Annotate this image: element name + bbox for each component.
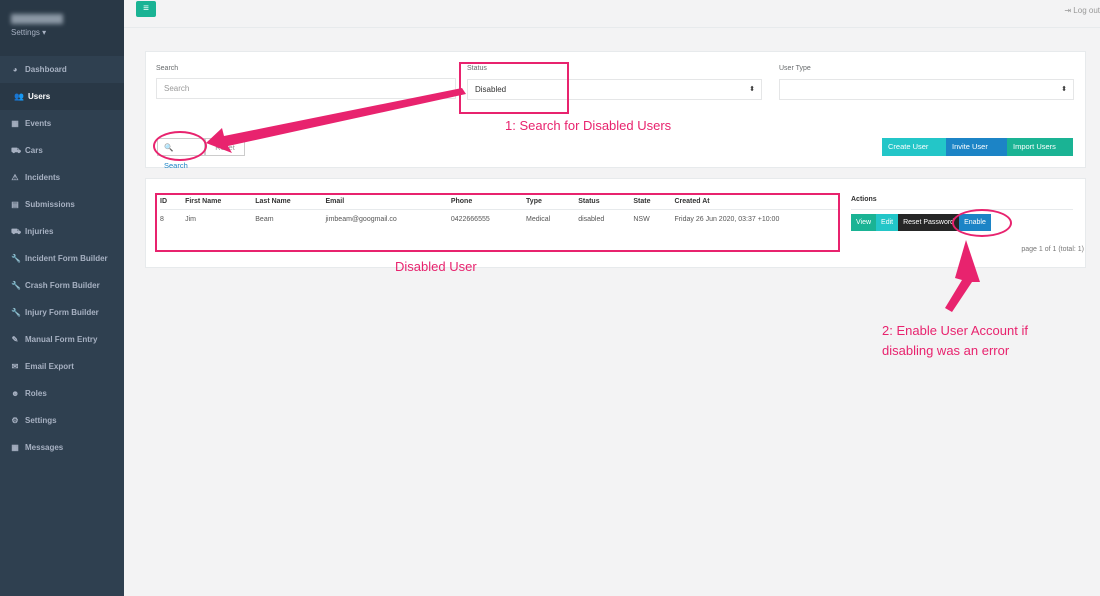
arrow-to-enable <box>945 240 980 312</box>
annotation-arrows <box>206 88 980 312</box>
arrow-to-search <box>206 88 466 153</box>
annotation-step2: 2: Enable User Account if disabling was … <box>882 323 1028 358</box>
annotation-step1: 1: Search for Disabled Users <box>505 118 672 133</box>
annotation-disabled-user: Disabled User <box>395 259 477 274</box>
